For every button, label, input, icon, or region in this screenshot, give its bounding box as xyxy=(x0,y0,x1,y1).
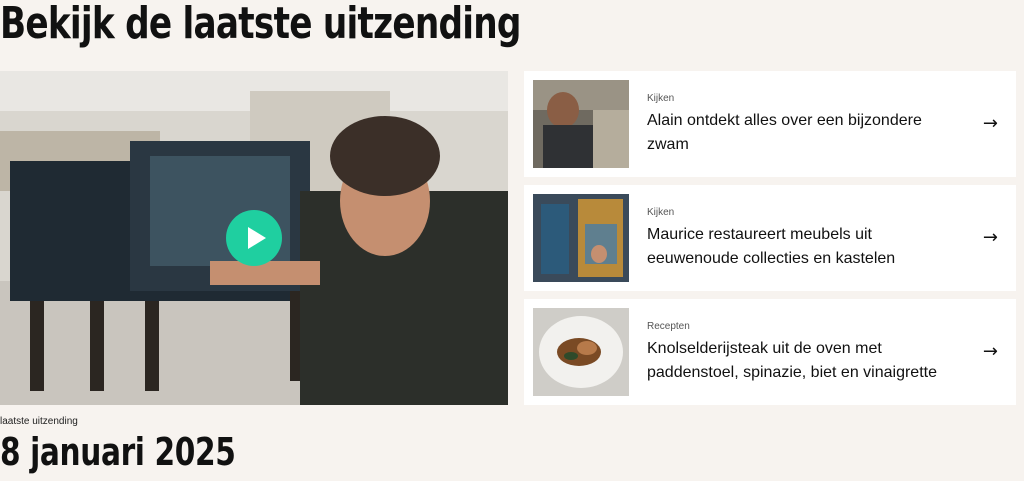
card-item[interactable]: Kijken Alain ontdekt alles over een bijz… xyxy=(524,71,1016,177)
card-thumbnail xyxy=(533,80,629,168)
card-thumbnail xyxy=(533,194,629,282)
latest-episode-date: 8 januari 2025 xyxy=(0,430,236,474)
latest-episode-label: laatste uitzending xyxy=(0,416,78,427)
card-category: Recepten xyxy=(647,321,690,332)
card-item[interactable]: Recepten Knolselderijsteak uit de oven m… xyxy=(524,299,1016,405)
card-item[interactable]: Kijken Maurice restaureert meubels uit e… xyxy=(524,185,1016,291)
card-category: Kijken xyxy=(647,207,675,218)
latest-episode-video[interactable] xyxy=(0,71,508,405)
arrow-right-icon[interactable]: → xyxy=(983,113,998,134)
card-category: Kijken xyxy=(647,93,675,104)
card-title[interactable]: Alain ontdekt alles over een bijzondere … xyxy=(647,109,967,157)
card-thumbnail xyxy=(533,308,629,396)
arrow-right-icon[interactable]: → xyxy=(983,227,998,248)
card-title[interactable]: Maurice restaureert meubels uit eeuwenou… xyxy=(647,223,967,271)
play-button[interactable] xyxy=(226,210,282,266)
section-title: Bekijk de laatste uitzending xyxy=(0,0,521,49)
card-title[interactable]: Knolselderijsteak uit de oven met padden… xyxy=(647,337,967,385)
arrow-right-icon[interactable]: → xyxy=(983,341,998,362)
